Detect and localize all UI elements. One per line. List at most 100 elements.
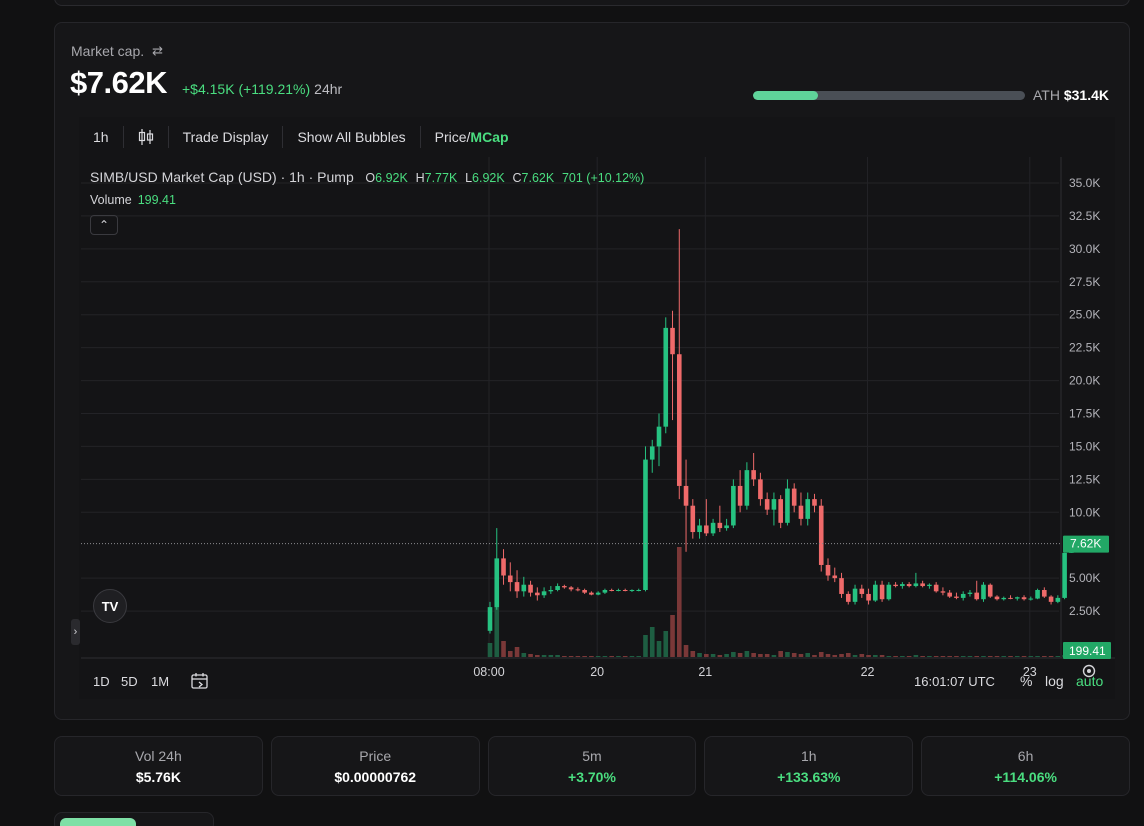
volume-bar [764,654,770,657]
candle-body [737,485,743,506]
volume-bar [575,656,581,657]
volume-label: Volume [90,193,132,207]
volume-bar [663,631,669,657]
candle-body [521,584,527,592]
volume-bar [913,655,919,657]
y-tick-label: 15.0K [1069,439,1100,453]
volume-bar [1014,656,1020,657]
y-tick-label: 20.0K [1069,374,1100,388]
volume-bar [622,656,628,657]
active-tab[interactable] [60,818,136,826]
ath-value: $31.4K [1063,87,1110,103]
volume-bar [1008,656,1013,657]
volume-bar [859,654,865,657]
candle-body [494,558,500,608]
market-cap-value: $7.62K [70,65,167,100]
y-tick-label: 30.0K [1069,242,1100,256]
candle-body [893,584,898,587]
percent-scale-button[interactable]: % [1020,673,1032,689]
candle-body [636,589,642,591]
ath-readout: ATH $31.4K [1033,87,1109,103]
y-tick-label: 25.0K [1069,308,1100,322]
legend-collapse-button[interactable]: ⌃ [90,215,118,235]
volume-bar [825,654,831,657]
legend-c-label: C [512,171,522,185]
candle-body [548,589,554,592]
tradingview-logo[interactable]: TV [93,589,127,623]
stat-label: 6h [1017,748,1034,764]
legend-h-label: H [415,171,425,185]
volume-bar [1021,656,1027,657]
volume-bar [717,655,723,657]
volume-bar [778,651,783,657]
range-1m-button[interactable]: 1M [151,674,169,689]
volume-bar [507,651,513,657]
candle-body [541,591,547,596]
legend-l-label: L [465,171,473,185]
market-cap-label-row: Market cap. ⇄ [71,43,163,59]
candle-body [967,592,973,594]
volume-bar [873,655,878,657]
volume-bar [541,655,547,657]
candle-body [602,589,608,593]
volume-bar [927,656,932,657]
stat-value: +114.06% [994,769,1057,785]
volume-bar [595,656,601,657]
candle-body [1028,598,1034,600]
candlestick-chart[interactable]: 35.0K 32.5K 30.0K 27.5K 25.0K 22.5K 20.0K 17.5K… [79,117,1115,699]
stat-card: Vol 24h $5.76K [54,736,263,796]
candle-body [1001,597,1007,600]
volume-bar [900,656,905,657]
candle-body [717,522,723,529]
candle-body [649,446,655,460]
swap-arrows-icon[interactable]: ⇄ [152,43,163,59]
candle-body [595,592,601,595]
candle-body [886,584,892,600]
volume-bar [1028,656,1034,657]
volume-bar [528,654,533,657]
calendar-icon[interactable] [190,671,210,691]
volume-bar [886,656,892,657]
chart-area[interactable]: 1h Trade Display Show All Bubbles Price/… [71,117,1115,699]
candle-body [758,479,763,500]
candle-body [663,327,669,427]
stats-row: Vol 24h $5.76K Price $0.00000762 5m +3.70% 1h +… [54,736,1130,796]
volume-bar [960,656,966,657]
candle-body [690,505,696,533]
range-5d-button[interactable]: 5D [121,674,138,689]
last-price-label: 7.62K [1070,537,1101,551]
volume-bar [555,655,560,657]
ohlc-legend: SIMB/USD Market Cap (USD) · 1h · Pump O6… [90,169,644,185]
candle-body [994,596,1000,600]
volume-bar [616,656,621,657]
candle-body [751,470,756,480]
candle-body [609,589,614,591]
candle-body [731,485,736,526]
log-scale-button[interactable]: log [1045,673,1064,689]
stat-card: 1h +133.63% [704,736,914,796]
auto-scale-button[interactable]: auto [1076,673,1103,689]
candle-body [927,584,932,587]
last-volume-label: 199.41 [1069,644,1106,658]
candle-body [791,488,797,506]
volume-bar [731,652,736,657]
volume-bar [582,656,587,657]
ath-label: ATH [1033,87,1060,103]
candle-body [575,589,581,591]
side-panel-toggle[interactable]: › [71,619,80,645]
volume-bar [852,655,858,657]
candle-body [825,564,831,576]
y-tick-label: 27.5K [1069,275,1100,289]
y-tick-label: 5.00K [1069,571,1100,585]
candle-body [764,499,770,510]
stat-card: 5m +3.70% [487,736,697,796]
volume-bar [690,651,696,657]
range-1d-button[interactable]: 1D [93,674,110,689]
stat-label: Price [359,748,392,764]
candle-body [616,589,621,591]
candle-body [906,584,912,587]
y-tick-label: 17.5K [1069,407,1100,421]
ath-progress-bar [753,91,1025,100]
candle-body [1008,597,1013,599]
candle-body [954,596,959,598]
